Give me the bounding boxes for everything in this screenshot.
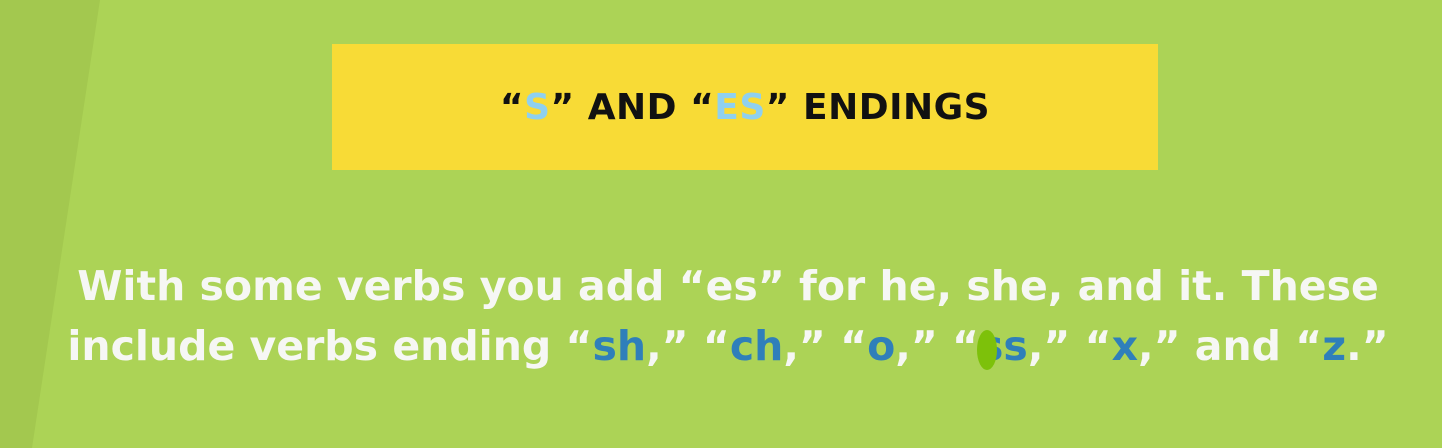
ending-o: o (867, 322, 896, 370)
slide-title: “S” AND “ES” ENDINGS (499, 86, 991, 128)
ending-sh: sh (592, 322, 647, 370)
ending-z: z (1322, 322, 1347, 370)
ending-ch: ch (729, 322, 784, 370)
green-blob-overlay (977, 330, 997, 370)
ending-x: x (1111, 322, 1139, 370)
explanation-line-2: include verbs ending “sh,” “ch,” “o,” “s… (67, 322, 1389, 370)
title-banner: “S” AND “ES” ENDINGS (332, 44, 1158, 170)
explanation-line-1: With some verbs you add “es” for he, she… (77, 262, 1379, 310)
explanation-text: With some verbs you add “es” for he, she… (0, 256, 1442, 376)
